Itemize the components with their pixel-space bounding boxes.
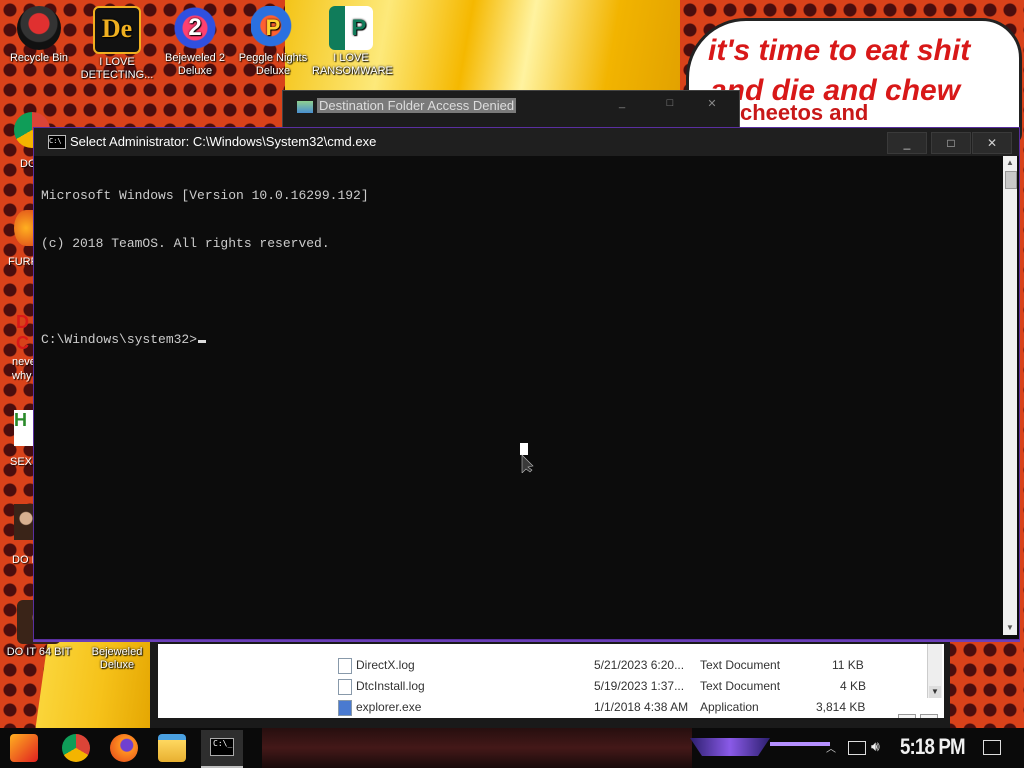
console-prompt-line: C:\Windows\system32>	[41, 332, 1001, 348]
scroll-thumb[interactable]	[1005, 171, 1017, 189]
details-view-button[interactable]: ☰	[898, 714, 916, 718]
app-desktop-icon[interactable]: DC	[16, 312, 34, 353]
mouse-pointer-icon	[520, 443, 534, 473]
desktop-icon-label: DO IT 64 BIT	[6, 646, 72, 658]
wallpaper-speech-text: it's time to eat shit	[708, 34, 971, 67]
desktop-icon-label: SEX	[10, 456, 33, 468]
text-file-icon	[338, 679, 352, 695]
large-icons-view-button[interactable]: ▣	[920, 714, 938, 718]
cmd-titlebar[interactable]: C:\ Select Administrator: C:\Windows\Sys…	[34, 128, 1019, 156]
close-button[interactable]: ✕	[697, 97, 727, 113]
desktop-icon-label: I LOVE DETECTING...	[80, 56, 154, 81]
close-button[interactable]: ✕	[972, 132, 1012, 154]
file-list: DirectX.log 5/21/2023 6:20... Text Docum…	[158, 644, 944, 718]
cmd-console-output[interactable]: Microsoft Windows [Version 10.0.16299.19…	[41, 156, 1001, 626]
taskbar: C:\_ ︿ 🔊︎ 5:18 PM	[0, 728, 1024, 768]
file-size: 4 KB	[840, 679, 867, 693]
taskbar-decoration	[770, 742, 830, 746]
file-type: Text Document	[700, 679, 781, 693]
scroll-down-icon[interactable]: ▼	[1003, 621, 1017, 635]
explorer-scrollbar[interactable]: ▼	[927, 644, 942, 698]
bejeweled-icon: 2	[173, 6, 217, 50]
cmd-icon: C:\_	[210, 738, 234, 756]
minimize-button[interactable]: _	[887, 132, 927, 154]
file-type: Text Document	[700, 658, 781, 672]
taskbar-decoration	[690, 738, 770, 756]
taskbar-wallpaper-strip	[262, 728, 692, 768]
tray-overflow-chevron-icon[interactable]: ︿	[826, 740, 836, 755]
file-explorer-window[interactable]: DirectX.log 5/21/2023 6:20... Text Docum…	[150, 630, 950, 728]
action-center-icon[interactable]	[983, 740, 1001, 755]
folder-move-icon	[297, 101, 313, 113]
publisher-icon: P	[329, 6, 373, 50]
desktop-icon-recycle-bin[interactable]: Recycle Bin	[0, 6, 78, 65]
desktop-icon-label: I LOVE RANSOMWARE	[312, 52, 393, 77]
text-cursor	[198, 340, 207, 343]
file-date: 1/1/2018 4:38 AM	[594, 700, 689, 714]
desktop-icon-bejeweled-2[interactable]: 2 Bejeweled 2 Deluxe	[156, 6, 234, 78]
text-file-icon	[338, 658, 352, 674]
cmd-scrollbar[interactable]: ▲ ▼	[1003, 156, 1017, 635]
scroll-down-icon[interactable]: ▼	[929, 686, 941, 698]
file-type: Application	[700, 700, 759, 714]
scroll-up-icon[interactable]: ▲	[1003, 156, 1017, 170]
cmd-icon: C:\	[48, 135, 66, 149]
cmd-window-title: Select Administrator: C:\Windows\System3…	[70, 134, 377, 149]
file-size: 3,814 KB	[816, 700, 866, 714]
desktop-icon-ransomware[interactable]: P I LOVE RANSOMWARE	[312, 6, 393, 78]
console-line: Microsoft Windows [Version 10.0.16299.19…	[41, 188, 369, 203]
sex-desktop-icon[interactable]: H	[14, 410, 34, 446]
console-prompt: C:\Windows\system32>	[41, 332, 198, 347]
file-row[interactable]: DtcInstall.log 5/19/2023 1:37... Text Do…	[158, 677, 938, 697]
desktop-icon-peggle[interactable]: P Peggle Nights Deluxe	[234, 6, 312, 78]
dialog-title: Destination Folder Access Denied	[317, 98, 517, 113]
maximize-button[interactable]: □	[931, 132, 971, 154]
chrome-icon[interactable]	[62, 734, 90, 762]
taskbar-cmd-button[interactable]: C:\_	[201, 730, 243, 768]
portrait-desktop-icon[interactable]	[14, 504, 34, 540]
desktop-icon-label: why	[12, 370, 32, 382]
peggle-icon: P	[251, 6, 295, 50]
desktop-icon-detecting[interactable]: De I LOVE DETECTING...	[78, 6, 156, 82]
taskbar-clock[interactable]: 5:18 PM	[900, 734, 966, 760]
console-line: (c) 2018 TeamOS. All rights reserved.	[41, 236, 330, 251]
desktop-icon-label: Peggle Nights Deluxe	[238, 52, 308, 77]
dest-folder-dialog[interactable]: Destination Folder Access Denied _ □ ✕	[282, 90, 740, 132]
minimize-button[interactable]: _	[607, 97, 637, 113]
recycle-bin-icon	[17, 6, 61, 50]
network-icon[interactable]	[848, 741, 866, 755]
file-name: DirectX.log	[356, 658, 415, 672]
volume-icon[interactable]: 🔊︎	[871, 738, 880, 755]
de-app-icon: De	[93, 6, 141, 54]
wallpaper-speech-text: cheetos and	[740, 100, 869, 125]
file-date: 5/21/2023 6:20...	[594, 658, 685, 672]
desktop-icon-label: DO I	[12, 554, 35, 566]
file-row[interactable]: explorer.exe 1/1/2018 4:38 AM Applicatio…	[158, 698, 938, 718]
application-icon	[338, 700, 352, 716]
file-date: 5/19/2023 1:37...	[594, 679, 685, 693]
file-name: explorer.exe	[356, 700, 422, 714]
file-name: DtcInstall.log	[356, 679, 425, 693]
firefox-icon[interactable]	[110, 734, 138, 762]
file-explorer-icon[interactable]	[158, 734, 186, 762]
start-icon[interactable]	[10, 734, 38, 762]
cmd-window[interactable]: C:\ Select Administrator: C:\Windows\Sys…	[33, 127, 1020, 640]
desktop-icon-label: Recycle Bin	[9, 52, 69, 64]
desktop-icon-label: Bejeweled Deluxe	[91, 646, 143, 671]
file-row[interactable]: DirectX.log 5/21/2023 6:20... Text Docum…	[158, 656, 938, 676]
file-size: 11 KB	[832, 658, 864, 672]
maximize-button[interactable]: □	[655, 97, 685, 113]
desktop-icon-label: Bejeweled 2 Deluxe	[165, 52, 225, 77]
